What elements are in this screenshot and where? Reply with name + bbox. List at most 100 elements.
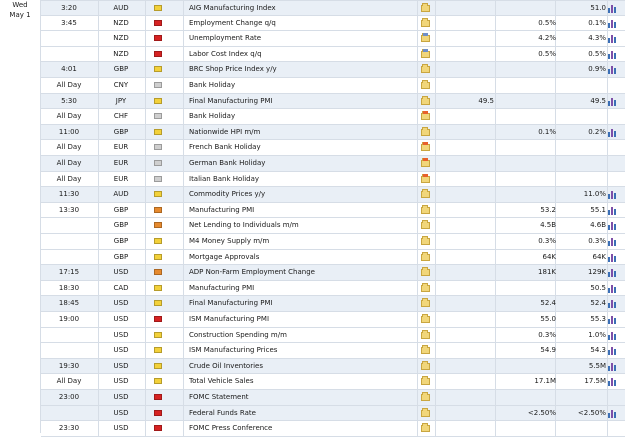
event-title[interactable]: Bank Holiday [189,109,417,125]
event-row[interactable]: 13:30 GBP Manufacturing PMI 53.2 55.1 [41,202,625,219]
event-title[interactable]: Nationwide HPI m/m [189,125,417,141]
graph-icon[interactable] [608,34,617,44]
graph-icon[interactable] [608,97,617,106]
graph-icon[interactable] [608,346,617,356]
event-title[interactable]: Commodity Prices y/y [189,187,417,203]
folder-icon[interactable] [421,345,430,355]
event-title[interactable]: Mortgage Approvals [189,250,417,266]
graph-icon[interactable] [608,190,617,200]
graph-icon[interactable] [608,237,617,246]
event-title[interactable]: Employment Change q/q [189,16,417,32]
folder-icon[interactable] [421,329,430,339]
event-row[interactable]: 18:45 USD Final Manufacturing PMI 52.4 52.4 [41,296,625,312]
folder-icon[interactable] [421,407,430,417]
event-title[interactable]: Italian Bank Holiday [189,172,417,188]
event-title[interactable]: Final Manufacturing PMI [189,296,417,312]
event-title[interactable]: FOMC Press Conference [189,421,417,437]
folder-icon[interactable] [421,267,430,277]
event-row[interactable]: GBP Mortgage Approvals 64K 64K [41,249,625,266]
event-row[interactable]: GBP Net Lending to Individuals m/m 4.5B 4.6… [41,218,625,234]
graph-icon[interactable] [608,206,617,215]
event-title[interactable]: Manufacturing PMI [189,203,417,219]
graph-icon[interactable] [608,331,617,340]
event-title[interactable]: M4 Money Supply m/m [189,234,417,250]
folder-icon[interactable] [421,189,430,199]
folder-icon[interactable] [421,64,430,74]
folder-new-icon[interactable] [421,111,430,121]
graph-icon[interactable] [608,315,617,324]
event-row[interactable]: 23:30 USD FOMC Press Conference [41,421,625,437]
graph-icon[interactable] [608,377,617,387]
event-title[interactable]: Unemployment Rate [189,31,417,47]
folder-icon[interactable] [421,314,430,323]
folder-blue-icon[interactable] [421,33,430,43]
graph-icon[interactable] [608,253,617,262]
graph-icon[interactable] [608,299,617,309]
event-title[interactable]: German Bank Holiday [189,156,417,172]
folder-icon[interactable] [421,95,430,105]
event-title[interactable]: Manufacturing PMI [189,281,417,297]
event-title[interactable]: Crude Oil Inventories [189,359,417,375]
graph-icon[interactable] [608,50,617,59]
event-title[interactable]: Federal Funds Rate [189,406,417,422]
folder-icon[interactable] [421,3,430,12]
event-row[interactable]: 23:00 USD FOMC Statement [41,390,625,406]
event-row[interactable]: 17:15 USD ADP Non-Farm Employment Change 18… [41,265,625,281]
folder-icon[interactable] [421,360,430,370]
event-title[interactable]: ISM Manufacturing Prices [189,343,417,359]
folder-icon[interactable] [421,376,430,386]
folder-icon[interactable] [421,204,430,214]
event-row[interactable]: 3:45 NZD Employment Change q/q 0.5% 0.1% [41,15,625,32]
event-row[interactable]: 11:00 GBP Nationwide HPI m/m 0.1% 0.2% [41,124,625,141]
event-row[interactable]: 18:30 CAD Manufacturing PMI 50.5 [41,280,625,297]
event-row[interactable]: 5:30 JPY Final Manufacturing PMI 49.5 49.5 [41,93,625,110]
folder-new-icon[interactable] [421,173,430,183]
event-row[interactable]: All Day CHF Bank Holiday [41,109,625,125]
event-row[interactable]: 11:30 AUD Commodity Prices y/y 11.0% [41,187,625,203]
folder-icon[interactable] [421,282,430,292]
event-row[interactable]: GBP M4 Money Supply m/m 0.3% 0.3% [41,234,625,250]
event-title[interactable]: Bank Holiday [189,78,417,94]
event-row[interactable]: USD Federal Funds Rate <2.50% <2.50% [41,405,625,422]
folder-icon[interactable] [421,251,430,261]
graph-icon[interactable] [608,4,617,13]
folder-icon[interactable] [421,126,430,136]
graph-icon[interactable] [608,284,617,293]
event-title[interactable]: Construction Spending m/m [189,328,417,344]
event-row[interactable]: All Day EUR German Bank Holiday [41,156,625,172]
graph-icon[interactable] [608,65,617,75]
event-row[interactable]: 4:01 GBP BRC Shop Price Index y/y 0.9% [41,62,625,78]
graph-icon[interactable] [608,409,617,418]
event-row[interactable]: NZD Labor Cost Index q/q 0.5% 0.5% [41,46,625,63]
event-row[interactable]: All Day USD Total Vehicle Sales 17.1M 17.5M [41,374,625,390]
event-row[interactable]: NZD Unemployment Rate 4.2% 4.3% [41,31,625,47]
folder-icon[interactable] [421,220,430,230]
folder-icon[interactable] [421,80,430,89]
graph-icon[interactable] [608,362,617,371]
event-title[interactable]: AIG Manufacturing Index [189,1,417,17]
folder-icon[interactable] [421,236,430,245]
folder-icon[interactable] [421,392,430,401]
graph-icon[interactable] [608,128,617,137]
event-title[interactable]: Labor Cost Index q/q [189,47,417,63]
folder-new-icon[interactable] [421,158,430,167]
event-title[interactable]: Total Vehicle Sales [189,374,417,390]
event-row[interactable]: All Day EUR Italian Bank Holiday [41,171,625,188]
folder-icon[interactable] [421,298,430,308]
event-row[interactable]: 19:00 USD ISM Manufacturing PMI 55.0 55.3 [41,312,625,328]
event-row[interactable]: 19:30 USD Crude Oil Inventories 5.5M [41,358,625,375]
event-row[interactable]: USD ISM Manufacturing Prices 54.9 54.3 [41,343,625,359]
folder-blue-icon[interactable] [421,48,430,58]
event-row[interactable]: All Day CNY Bank Holiday [41,78,625,94]
event-title[interactable]: ADP Non-Farm Employment Change [189,265,417,281]
graph-icon[interactable] [608,221,617,231]
event-title[interactable]: BRC Shop Price Index y/y [189,62,417,78]
event-title[interactable]: ISM Manufacturing PMI [189,312,417,328]
event-title[interactable]: Final Manufacturing PMI [189,94,417,110]
event-title[interactable]: FOMC Statement [189,390,417,406]
folder-new-icon[interactable] [421,142,430,152]
graph-icon[interactable] [608,268,617,278]
event-row[interactable]: 3:20 AUD AIG Manufacturing Index 51.0 [41,0,625,16]
folder-icon[interactable] [421,423,430,433]
event-row[interactable]: USD Construction Spending m/m 0.3% 1.0% [41,327,625,344]
